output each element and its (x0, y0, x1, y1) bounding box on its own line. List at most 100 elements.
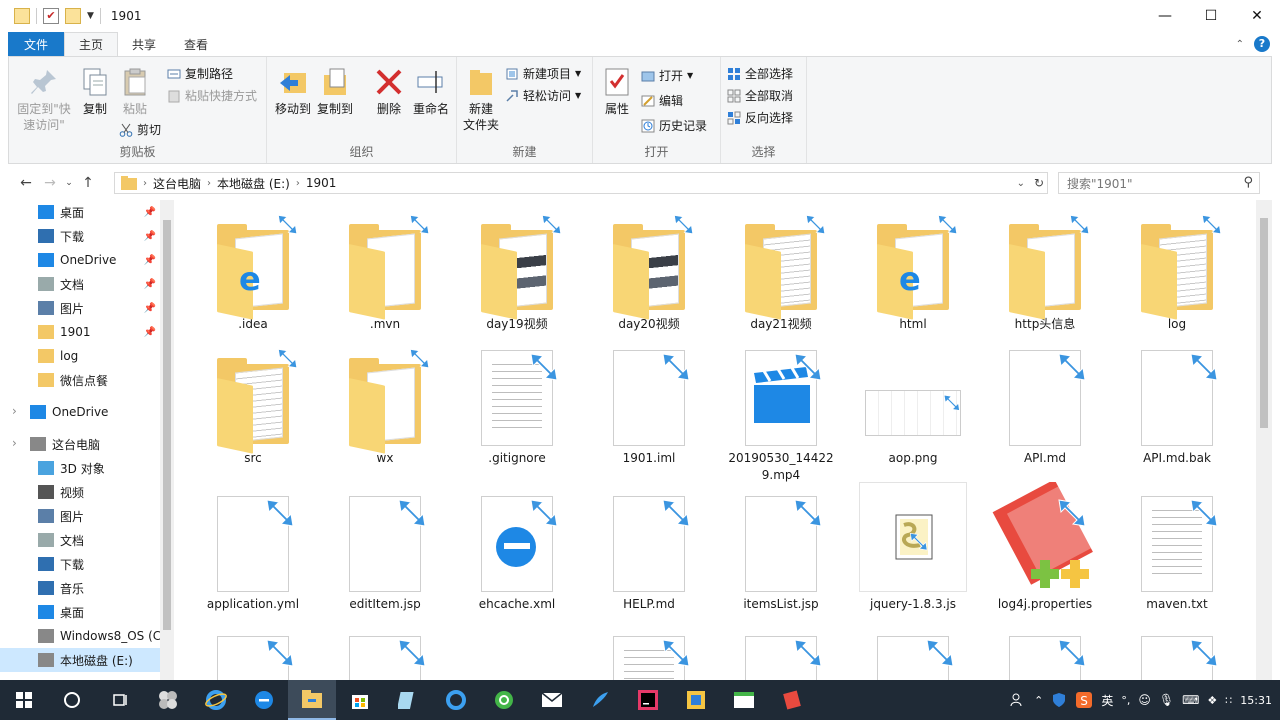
file-item[interactable] (198, 632, 308, 680)
select-all-button[interactable]: 全部选择 (727, 65, 793, 82)
file-item[interactable]: editItem.jsp (330, 492, 440, 613)
nav-quick-item[interactable]: OneDrive 📌 (0, 248, 160, 272)
cut-button[interactable]: 剪切 (119, 121, 161, 138)
nav-scrollbar[interactable] (160, 200, 174, 680)
tab-file[interactable]: 文件 (8, 32, 64, 56)
open-button[interactable]: 打开 ▼ (641, 67, 693, 84)
breadcrumb-chevron-icon[interactable]: › (143, 178, 147, 189)
up-button[interactable]: ↑ (76, 175, 100, 191)
back-button[interactable]: ← (14, 175, 38, 191)
delete-button[interactable]: 删除 (371, 67, 407, 117)
taskbar-app-tablet[interactable] (384, 680, 432, 720)
file-item[interactable] (330, 632, 440, 680)
folder-item[interactable]: log (1122, 212, 1232, 333)
file-item[interactable]: maven.txt (1122, 492, 1232, 613)
copy-button[interactable]: 复制 (75, 67, 115, 117)
emoji-icon[interactable]: ☺ (1138, 693, 1151, 707)
file-item[interactable]: ehcache.xml (462, 492, 572, 613)
nav-quick-item[interactable]: 桌面 📌 (0, 200, 160, 224)
breadcrumb-chevron-icon[interactable]: › (296, 178, 300, 189)
close-button[interactable]: ✕ (1234, 0, 1280, 32)
taskbar-app-ie[interactable] (192, 680, 240, 720)
new-folder-button[interactable]: 新建 文件夹 (461, 67, 501, 133)
skin-icon[interactable]: ❖ (1207, 694, 1217, 707)
expand-chevron-icon[interactable]: › (12, 436, 17, 450)
properties-button[interactable]: 属性 (597, 67, 637, 117)
paste-button[interactable]: 粘贴 (115, 67, 155, 117)
move-to-button[interactable]: 移动到 (273, 67, 313, 117)
clock[interactable]: 15:31 (1240, 694, 1272, 707)
cortana-button[interactable] (48, 680, 96, 720)
taskbar-app-file-explorer[interactable] (288, 680, 336, 720)
invert-selection-button[interactable]: 反向选择 (727, 109, 793, 126)
file-item[interactable]: HELP.md (594, 492, 704, 613)
tools-icon[interactable]: ∷ (1225, 694, 1232, 707)
nav-quick-item[interactable]: 微信点餐 (0, 368, 160, 392)
breadcrumb-this-pc[interactable]: 这台电脑 (153, 175, 201, 192)
taskbar-app-ie-2[interactable] (432, 680, 480, 720)
keyboard-icon[interactable]: ⌨ (1182, 693, 1199, 707)
taskbar-app-intellij[interactable] (624, 680, 672, 720)
folder-item[interactable]: http头信息 (990, 212, 1100, 333)
task-view-button[interactable] (96, 680, 144, 720)
taskbar-app-notepad[interactable] (768, 680, 816, 720)
content-scrollbar[interactable] (1256, 200, 1272, 680)
nav-pc-item[interactable]: Windows8_OS (C (0, 624, 161, 648)
breadcrumb-chevron-icon[interactable]: › (207, 178, 211, 189)
forward-button[interactable]: → (38, 175, 62, 191)
copy-path-button[interactable]: 复制路径 (167, 65, 233, 82)
file-item[interactable]: application.yml (198, 492, 308, 613)
taskbar-app-pinwheel[interactable] (144, 680, 192, 720)
collapse-ribbon-icon[interactable]: ⌃ (1236, 39, 1244, 50)
taskbar-app-360[interactable] (480, 680, 528, 720)
ime-mode[interactable]: 英 (1101, 692, 1113, 709)
maximize-button[interactable]: ☐ (1188, 0, 1234, 32)
file-item[interactable] (990, 632, 1100, 680)
file-item[interactable] (594, 632, 704, 680)
expand-chevron-icon[interactable]: › (12, 404, 17, 418)
breadcrumb-1901[interactable]: 1901 (306, 176, 337, 190)
tray-overflow-icon[interactable]: ⌃ (1034, 694, 1043, 707)
folder-item[interactable]: day19视频 (462, 212, 572, 333)
folder-item[interactable]: e .idea (198, 212, 308, 333)
tab-view[interactable]: 查看 (170, 32, 222, 56)
folder-item[interactable]: e html (858, 212, 968, 333)
paste-shortcut-button[interactable]: 粘贴快捷方式 (167, 87, 257, 104)
edit-button[interactable]: 编辑 (641, 92, 683, 109)
folder-item[interactable]: day20视频 (594, 212, 704, 333)
nav-pc-item[interactable]: 文档 (0, 528, 160, 552)
sogou-ime-icon[interactable]: S (1075, 691, 1093, 709)
taskbar-app-sandbox[interactable] (672, 680, 720, 720)
nav-scrollbar-thumb[interactable] (163, 220, 171, 630)
copy-to-button[interactable]: 复制到 (315, 67, 355, 117)
file-item[interactable]: jquery-1.8.3.js (858, 482, 968, 613)
taskbar-app-feather[interactable] (576, 680, 624, 720)
nav-pc-item[interactable]: 音乐 (0, 576, 160, 600)
nav-pc-item[interactable]: 下载 (0, 552, 160, 576)
content-scrollbar-thumb[interactable] (1260, 218, 1268, 428)
file-item[interactable]: log4j.properties (990, 479, 1100, 613)
help-icon[interactable]: ? (1254, 36, 1270, 52)
people-icon[interactable] (1010, 692, 1026, 708)
folder-item[interactable]: .mvn (330, 212, 440, 333)
select-none-button[interactable]: 全部取消 (727, 87, 793, 104)
refresh-button[interactable]: ↻ (1030, 172, 1048, 194)
file-item[interactable]: API.md (990, 346, 1100, 467)
minimize-button[interactable]: — (1142, 0, 1188, 32)
file-item[interactable]: .gitignore (462, 346, 572, 467)
file-item[interactable]: 20190530_144229.mp4 (726, 346, 836, 484)
nav-quick-item[interactable]: 文档 📌 (0, 272, 160, 296)
history-button[interactable]: 历史记录 (641, 117, 707, 134)
nav-pc-item[interactable]: 3D 对象 (0, 456, 160, 480)
pin-quick-access-button[interactable]: 固定到"快速访问" (13, 67, 75, 133)
new-folder-qat-icon[interactable] (65, 8, 81, 24)
nav-this-pc[interactable]: 这台电脑 (0, 432, 160, 456)
new-item-button[interactable]: 新建项目 ▼ (505, 65, 581, 82)
file-item[interactable]: aop.png (858, 346, 968, 467)
file-item[interactable] (858, 632, 968, 680)
folder-item[interactable]: day21视频 (726, 212, 836, 333)
shield-icon[interactable] (1051, 692, 1067, 708)
search-input[interactable]: 搜索"1901" ⚲ (1058, 172, 1260, 194)
file-item[interactable] (1122, 632, 1232, 680)
taskbar-app-store[interactable] (336, 680, 384, 720)
